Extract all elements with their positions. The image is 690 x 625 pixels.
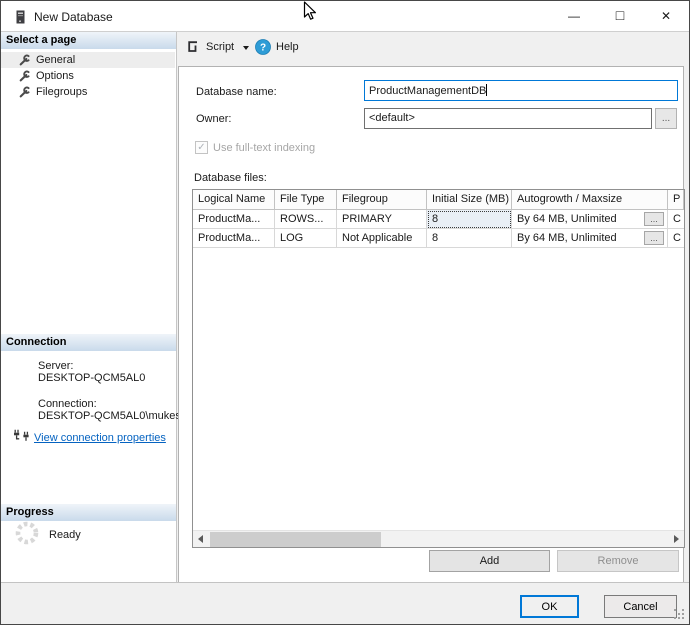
maximize-icon: □ — [616, 7, 624, 23]
view-connection-properties-link[interactable]: View connection properties — [34, 432, 166, 444]
sidebar-item-label: General — [36, 54, 75, 66]
general-page-panel: Database name: ProductManagementDB Owner… — [178, 66, 684, 583]
table-row: ProductMa... LOG Not Applicable 8 By 64 … — [193, 229, 684, 248]
svg-text:?: ? — [260, 43, 266, 54]
scrollbar-thumb[interactable] — [210, 532, 381, 547]
column-header-autogrowth: Autogrowth / Maxsize — [512, 190, 668, 210]
fulltext-checkbox: ✓ — [195, 141, 208, 154]
column-header-logical-name: Logical Name — [193, 190, 275, 210]
cell-path[interactable]: C — [668, 229, 684, 248]
sidebar-item-options[interactable]: Options — [1, 68, 175, 84]
title-bar: New Database — □ ✕ — [1, 1, 689, 32]
check-icon: ✓ — [197, 142, 205, 153]
sidebar: Select a page General Options Filegroups… — [1, 32, 177, 582]
database-name-input[interactable]: ProductManagementDB — [364, 80, 678, 101]
horizontal-scrollbar[interactable] — [193, 530, 684, 547]
wrench-icon — [18, 70, 30, 82]
connection-plug-icon — [12, 429, 32, 446]
chevron-down-icon — [243, 46, 249, 50]
server-value: DESKTOP-QCM5AL0 — [38, 372, 145, 384]
column-header-path: P — [668, 190, 684, 210]
table-row: ProductMa... ROWS... PRIMARY 8 By 64 MB,… — [193, 210, 684, 229]
wrench-icon — [18, 54, 30, 66]
cell-path[interactable]: C — [668, 210, 684, 229]
sidebar-item-filegroups[interactable]: Filegroups — [1, 84, 175, 100]
help-label: Help — [276, 41, 299, 53]
text-caret — [486, 84, 487, 96]
minimize-button[interactable]: — — [551, 1, 597, 31]
cell-file-type[interactable]: ROWS... — [275, 210, 337, 229]
sidebar-item-general[interactable]: General — [1, 52, 175, 68]
close-button[interactable]: ✕ — [643, 1, 689, 31]
autogrowth-browse-button[interactable]: ... — [644, 212, 664, 226]
add-button[interactable]: Add — [429, 550, 550, 572]
connection-label: Connection: — [38, 398, 97, 410]
resize-grip[interactable] — [674, 609, 676, 611]
remove-button: Remove — [557, 550, 679, 572]
database-files-label: Database files: — [194, 172, 267, 184]
dialog-icon — [12, 9, 28, 25]
cell-file-type[interactable]: LOG — [275, 229, 337, 248]
sidebar-item-label: Options — [36, 70, 74, 82]
close-icon: ✕ — [661, 9, 671, 23]
window-title: New Database — [34, 10, 113, 24]
column-header-initial-size: Initial Size (MB) — [427, 190, 512, 210]
database-name-label: Database name: — [196, 86, 277, 98]
select-a-page-header: Select a page — [1, 32, 176, 49]
cell-autogrowth[interactable]: By 64 MB, Unlimited... — [512, 210, 668, 229]
connection-header: Connection — [1, 334, 176, 351]
ok-button[interactable]: OK — [520, 595, 579, 618]
database-files-grid: Logical Name File Type Filegroup Initial… — [192, 189, 685, 548]
cell-filegroup[interactable]: PRIMARY — [337, 210, 427, 229]
footer-bar: OK Cancel — [1, 582, 689, 624]
column-header-filegroup: Filegroup — [337, 190, 427, 210]
sidebar-item-label: Filegroups — [36, 86, 87, 98]
wrench-icon — [18, 86, 30, 98]
help-icon: ? — [255, 39, 271, 55]
cancel-button[interactable]: Cancel — [604, 595, 677, 618]
progress-spinner-icon — [14, 520, 40, 549]
script-label: Script — [206, 41, 234, 53]
owner-input[interactable]: <default> — [364, 108, 652, 129]
cell-autogrowth[interactable]: By 64 MB, Unlimited... — [512, 229, 668, 248]
owner-browse-button[interactable]: ... — [655, 108, 677, 129]
cell-logical-name[interactable]: ProductMa... — [193, 210, 275, 229]
progress-status: Ready — [49, 529, 81, 541]
scroll-right-icon[interactable] — [674, 535, 679, 543]
fulltext-label: Use full-text indexing — [213, 142, 315, 154]
new-database-dialog: New Database — □ ✕ Select a page General… — [0, 0, 690, 625]
scroll-left-icon[interactable] — [198, 535, 203, 543]
column-header-file-type: File Type — [275, 190, 337, 210]
script-icon — [185, 39, 200, 54]
cell-initial-size[interactable]: 8 — [427, 229, 512, 248]
help-button[interactable]: ? Help — [255, 39, 299, 55]
cell-logical-name[interactable]: ProductMa... — [193, 229, 275, 248]
server-label: Server: — [38, 360, 73, 372]
cell-initial-size-selected[interactable]: 8 — [427, 210, 512, 229]
connection-value: DESKTOP-QCM5AL0\mukesh — [38, 410, 187, 422]
minimize-icon: — — [568, 9, 580, 23]
grid-header-row: Logical Name File Type Filegroup Initial… — [193, 190, 684, 210]
autogrowth-browse-button[interactable]: ... — [644, 231, 664, 245]
cell-filegroup[interactable]: Not Applicable — [337, 229, 427, 248]
script-button[interactable]: Script — [185, 39, 249, 54]
progress-header: Progress — [1, 504, 176, 521]
maximize-button[interactable]: □ — [597, 1, 643, 31]
owner-label: Owner: — [196, 113, 231, 125]
